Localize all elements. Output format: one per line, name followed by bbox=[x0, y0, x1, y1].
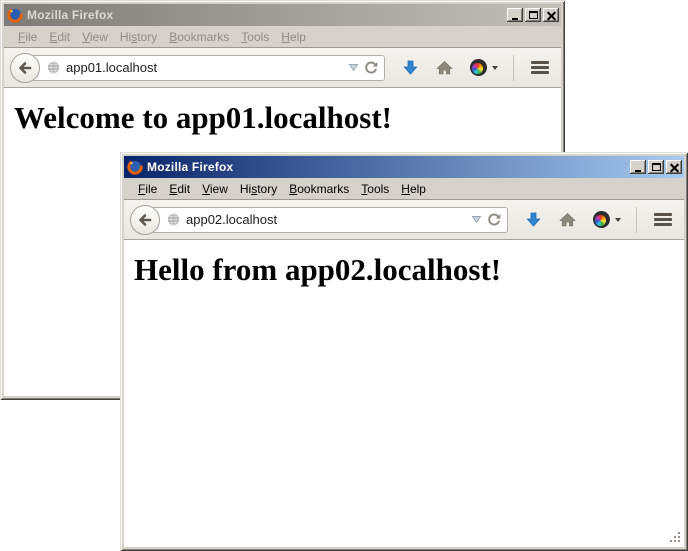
home-button[interactable] bbox=[559, 212, 576, 228]
hamburger-menu-button[interactable] bbox=[531, 61, 549, 74]
menu-tools[interactable]: Tools bbox=[235, 28, 275, 46]
maximize-icon bbox=[652, 163, 661, 171]
minimize-icon bbox=[512, 18, 518, 20]
menu-help[interactable]: Help bbox=[395, 180, 432, 198]
menu-bookmarks[interactable]: Bookmarks bbox=[163, 28, 235, 46]
window-controls bbox=[507, 8, 559, 22]
home-icon bbox=[436, 60, 453, 76]
menu-edit[interactable]: Edit bbox=[163, 180, 196, 198]
reload-icon[interactable] bbox=[364, 61, 378, 75]
url-dropdown-icon[interactable] bbox=[471, 215, 482, 224]
minimize-button[interactable] bbox=[630, 160, 646, 174]
menu-history[interactable]: History bbox=[114, 28, 163, 46]
page-heading: Welcome to app01.localhost! bbox=[14, 100, 561, 136]
minimize-icon bbox=[635, 170, 641, 172]
url-bar[interactable] bbox=[151, 207, 508, 233]
url-input[interactable] bbox=[66, 60, 343, 75]
home-button[interactable] bbox=[436, 60, 453, 76]
title-bar[interactable]: Mozilla Firefox bbox=[124, 156, 684, 178]
url-input[interactable] bbox=[186, 212, 466, 227]
menu-file[interactable]: File bbox=[12, 28, 43, 46]
globe-icon bbox=[46, 60, 61, 75]
maximize-icon bbox=[529, 11, 538, 19]
maximize-button[interactable] bbox=[525, 8, 541, 22]
downloads-button[interactable] bbox=[402, 60, 419, 76]
firefox-logo-icon bbox=[7, 7, 23, 23]
hamburger-menu-button[interactable] bbox=[654, 213, 672, 226]
hamburger-icon bbox=[654, 213, 672, 226]
menu-tools[interactable]: Tools bbox=[355, 180, 395, 198]
extension-lens-button[interactable] bbox=[470, 59, 498, 76]
menu-view[interactable]: View bbox=[76, 28, 114, 46]
menu-view[interactable]: View bbox=[196, 180, 234, 198]
close-button[interactable] bbox=[543, 8, 559, 22]
window-title: Mozilla Firefox bbox=[147, 160, 626, 174]
window-controls bbox=[630, 160, 682, 174]
reload-icon[interactable] bbox=[487, 213, 501, 227]
menu-bar: File Edit View History Bookmarks Tools H… bbox=[4, 26, 561, 47]
menu-bookmarks[interactable]: Bookmarks bbox=[283, 180, 355, 198]
firefox-window-app02: Mozilla Firefox File Edit View History B… bbox=[120, 152, 688, 551]
navigation-toolbar bbox=[124, 199, 684, 240]
close-icon bbox=[670, 163, 679, 172]
url-dropdown-icon[interactable] bbox=[348, 63, 359, 72]
menu-bar: File Edit View History Bookmarks Tools H… bbox=[124, 178, 684, 199]
lens-icon bbox=[593, 211, 610, 228]
page-content-app02: Hello from app02.localhost! bbox=[124, 240, 684, 547]
caret-down-icon bbox=[615, 218, 621, 225]
title-bar[interactable]: Mozilla Firefox bbox=[4, 4, 561, 26]
toolbar-separator bbox=[636, 207, 637, 233]
back-icon bbox=[17, 60, 33, 76]
back-icon bbox=[137, 212, 153, 228]
hamburger-icon bbox=[531, 61, 549, 74]
menu-history[interactable]: History bbox=[234, 180, 283, 198]
desktop: { "desktop": { "background": "#ffffff" }… bbox=[0, 0, 688, 551]
firefox-logo-icon bbox=[127, 159, 143, 175]
extension-lens-button[interactable] bbox=[593, 211, 621, 228]
close-button[interactable] bbox=[666, 160, 682, 174]
window-title: Mozilla Firefox bbox=[27, 8, 503, 22]
lens-icon bbox=[470, 59, 487, 76]
back-button[interactable] bbox=[130, 205, 160, 235]
menu-help[interactable]: Help bbox=[275, 28, 312, 46]
back-button[interactable] bbox=[10, 53, 40, 83]
downloads-icon bbox=[402, 60, 419, 76]
page-heading: Hello from app02.localhost! bbox=[134, 252, 684, 288]
maximize-button[interactable] bbox=[648, 160, 664, 174]
minimize-button[interactable] bbox=[507, 8, 523, 22]
caret-down-icon bbox=[492, 66, 498, 73]
menu-file[interactable]: File bbox=[132, 180, 163, 198]
globe-icon bbox=[166, 212, 181, 227]
navigation-toolbar bbox=[4, 47, 561, 88]
close-icon bbox=[547, 11, 556, 20]
menu-edit[interactable]: Edit bbox=[43, 28, 76, 46]
downloads-button[interactable] bbox=[525, 212, 542, 228]
resize-grip[interactable] bbox=[668, 532, 682, 545]
downloads-icon bbox=[525, 212, 542, 228]
home-icon bbox=[559, 212, 576, 228]
url-bar[interactable] bbox=[31, 55, 385, 81]
toolbar-separator bbox=[513, 55, 514, 81]
